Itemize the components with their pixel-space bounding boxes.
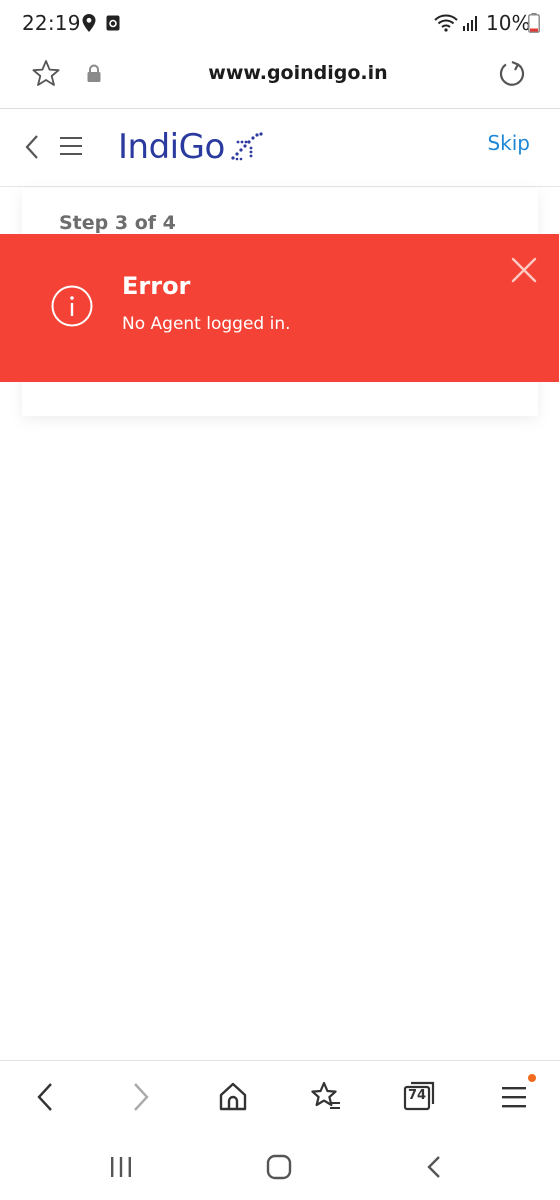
- home-button-icon[interactable]: [264, 1152, 294, 1182]
- notification-dot: [528, 1074, 536, 1082]
- system-nav-bar: [0, 1132, 560, 1200]
- close-icon[interactable]: [510, 256, 538, 284]
- wifi-icon: [434, 14, 458, 32]
- battery-icon: [528, 13, 540, 33]
- reload-icon[interactable]: [496, 58, 528, 90]
- menu-icon[interactable]: [496, 1079, 532, 1115]
- recent-apps-icon[interactable]: [106, 1152, 136, 1182]
- plane-logo-icon: [231, 132, 263, 161]
- error-message: No Agent logged in.: [122, 314, 291, 334]
- forward-icon[interactable]: [122, 1079, 158, 1115]
- indigo-logo[interactable]: IndiGo: [118, 127, 265, 167]
- browser-address-bar: www.goindigo.in: [0, 46, 560, 109]
- tab-count: 74: [407, 1088, 427, 1103]
- error-title: Error: [122, 272, 191, 300]
- info-icon: [51, 285, 93, 327]
- skip-link[interactable]: Skip: [487, 131, 530, 155]
- browser-toolbar: 74: [0, 1060, 560, 1133]
- tabs-icon[interactable]: 74: [402, 1079, 438, 1115]
- signal-icon: [463, 16, 477, 31]
- bookmarks-icon[interactable]: [308, 1079, 344, 1115]
- status-bar: 22:19 10%: [0, 0, 560, 46]
- lock-icon: [87, 64, 101, 82]
- site-header: IndiGo Skip: [0, 109, 560, 187]
- back-arrow-icon[interactable]: [22, 134, 44, 160]
- url-field[interactable]: www.goindigo.in: [140, 62, 456, 84]
- hamburger-menu-icon[interactable]: [60, 136, 82, 156]
- logo-text: IndiGo: [118, 127, 225, 167]
- home-icon[interactable]: [215, 1079, 251, 1115]
- status-time: 22:19: [22, 11, 81, 35]
- error-toast: Error No Agent logged in.: [0, 234, 559, 382]
- back-button-icon[interactable]: [420, 1152, 450, 1182]
- battery-percent: 10%: [486, 11, 531, 35]
- location-icon: [82, 14, 96, 32]
- app-notification-icon: [106, 15, 120, 31]
- step-indicator: Step 3 of 4: [59, 212, 176, 234]
- star-icon[interactable]: [30, 58, 62, 90]
- back-icon[interactable]: [28, 1079, 64, 1115]
